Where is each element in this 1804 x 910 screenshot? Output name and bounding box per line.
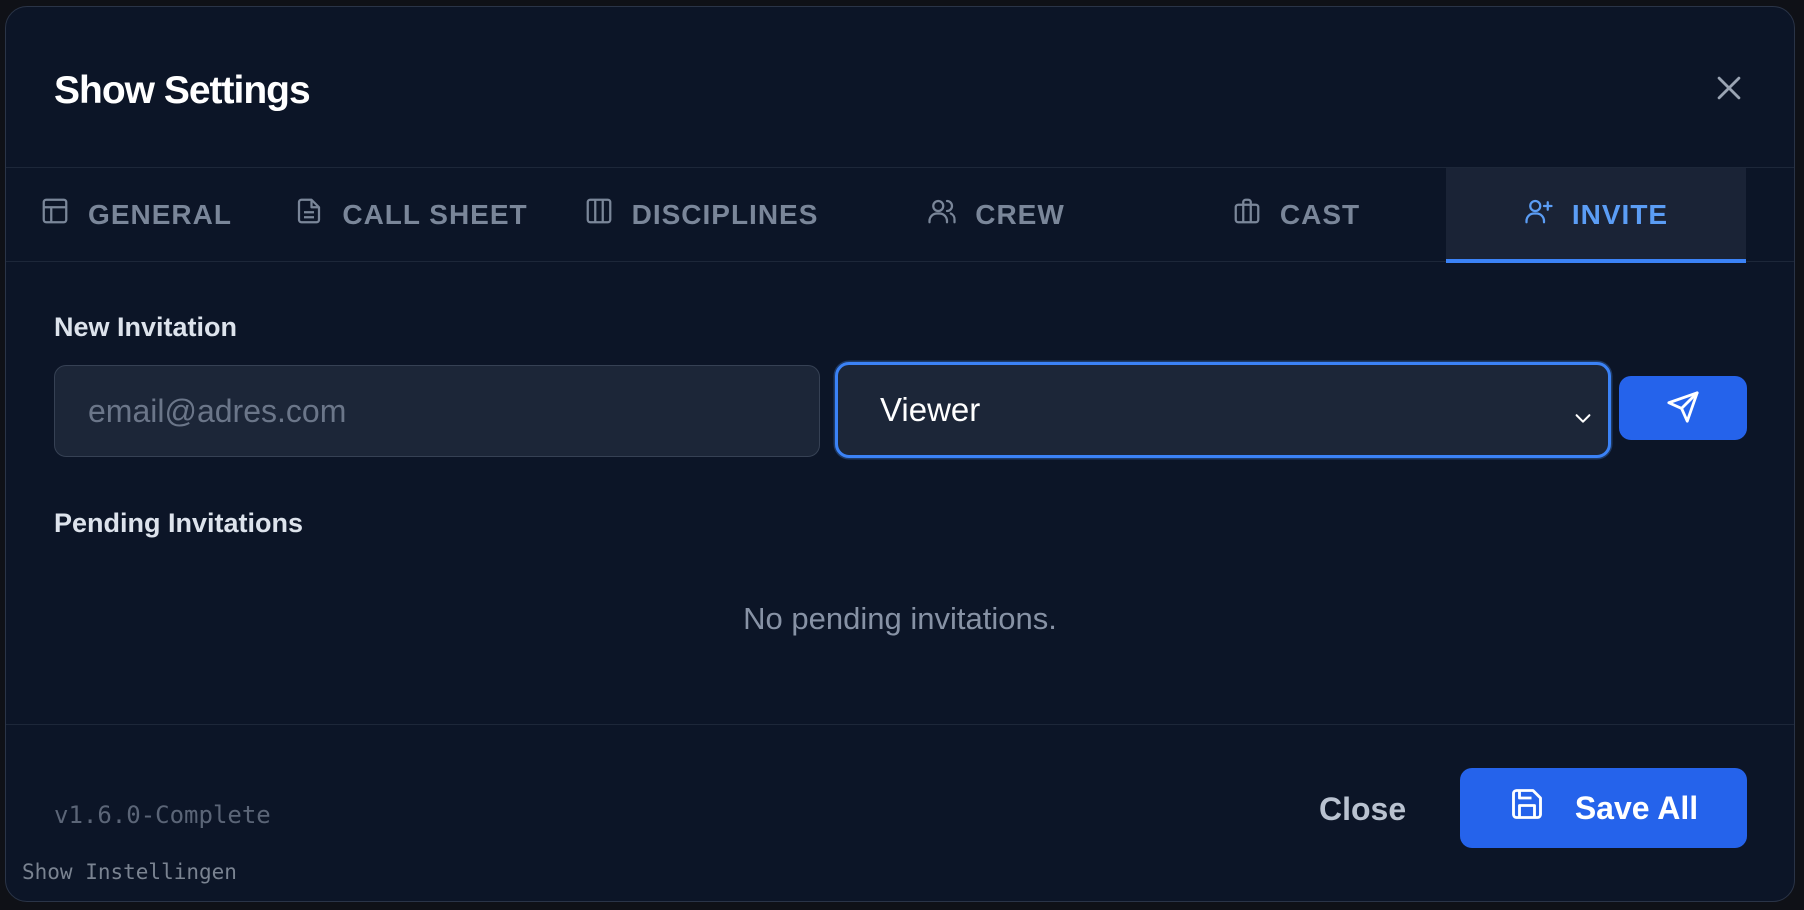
save-icon — [1509, 786, 1545, 830]
tab-label: GENERAL — [88, 198, 232, 230]
role-select[interactable]: Viewer — [835, 362, 1611, 458]
save-all-button[interactable]: Save All — [1460, 768, 1747, 848]
tab-label: INVITE — [1571, 198, 1669, 230]
chevron-down-icon — [1572, 399, 1594, 423]
email-input[interactable] — [54, 365, 820, 457]
dialog-header: Show Settings — [6, 7, 1794, 168]
tab-invite[interactable]: INVITE — [1446, 168, 1746, 263]
tab-crew[interactable]: CREW — [846, 168, 1146, 261]
dialog-footer: v1.6.0-Complete Show Instellingen Close … — [6, 724, 1794, 900]
send-invite-button[interactable] — [1619, 376, 1747, 440]
settings-tabs: GENERAL CALL SHEET DISCIPLINES CREW CAST… — [6, 168, 1794, 263]
close-button[interactable]: Close — [1319, 791, 1406, 828]
tab-general[interactable]: GENERAL — [6, 168, 266, 261]
dialog-subtitle: Show Instellingen — [22, 860, 237, 884]
layout-icon — [40, 196, 70, 233]
tab-label: CREW — [975, 198, 1065, 230]
close-icon[interactable] — [1712, 71, 1746, 105]
send-icon — [1666, 390, 1700, 427]
dialog-title: Show Settings — [54, 69, 311, 112]
columns-icon — [584, 196, 614, 233]
tab-cast[interactable]: CAST — [1146, 168, 1446, 261]
new-invitation-heading: New Invitation — [54, 312, 238, 342]
tab-call-sheet[interactable]: CALL SHEET — [266, 168, 556, 261]
tab-disciplines[interactable]: DISCIPLINES — [556, 168, 846, 261]
briefcase-icon — [1232, 196, 1262, 233]
pending-invitations-heading: Pending Invitations — [54, 508, 304, 538]
tab-label: DISCIPLINES — [631, 198, 819, 230]
tab-label: CALL SHEET — [342, 198, 528, 230]
save-all-label: Save All — [1574, 789, 1699, 826]
users-icon — [927, 196, 957, 233]
empty-state-message: No pending invitations. — [743, 601, 1057, 636]
tab-label: CAST — [1279, 198, 1361, 230]
version-label: v1.6.0-Complete — [54, 801, 271, 829]
show-settings-dialog: Show Settings GENERAL CALL SHEET DISCIPL… — [5, 6, 1795, 902]
document-icon — [294, 196, 324, 233]
role-select-value: Viewer — [880, 391, 981, 428]
user-plus-icon — [1524, 196, 1554, 233]
invite-panel: New Invitation Viewer Pending Invitation… — [6, 262, 1794, 724]
